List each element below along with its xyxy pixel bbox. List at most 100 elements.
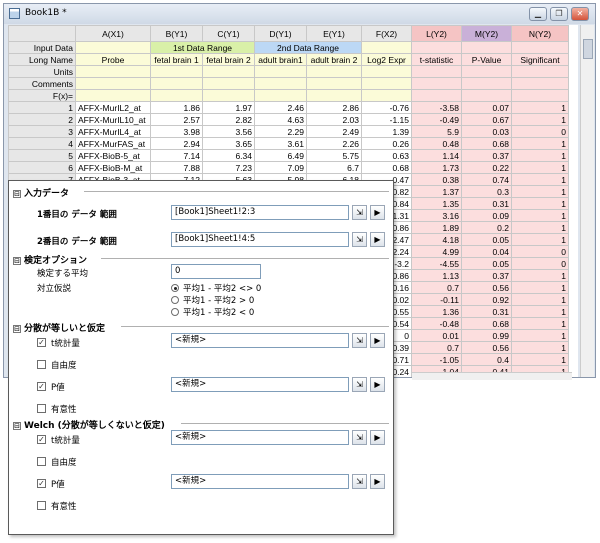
col-header-l[interactable]: L(Y2) [411, 25, 462, 42]
row-number[interactable]: 1 [8, 101, 76, 114]
fetal1-cell[interactable]: 3.98 [150, 125, 203, 138]
cell[interactable] [150, 77, 203, 90]
fetal2-cell[interactable]: 3.56 [202, 125, 255, 138]
adult1-cell[interactable]: 7.09 [254, 161, 307, 174]
significant-cell[interactable]: 1 [511, 209, 569, 222]
cell[interactable] [75, 77, 151, 90]
section-equal-variance[interactable]: ⊟ 分散が等しいと仮定 [13, 321, 105, 334]
adult1-cell[interactable]: 2.29 [254, 125, 307, 138]
tstat-cell[interactable]: 0.38 [411, 173, 462, 186]
cell[interactable] [361, 41, 412, 54]
pvalue-cell[interactable]: 0.67 [461, 113, 512, 126]
row-label-input-data[interactable]: Input Data [8, 41, 76, 54]
section-welch[interactable]: ⊟ Welch (分散が等しくないと仮定) [13, 418, 165, 431]
select-output-icon[interactable]: ⇲ [352, 430, 367, 445]
output-menu-arrow-icon[interactable]: ▶ [370, 474, 385, 489]
pvalue-cell[interactable]: 0.92 [461, 293, 512, 306]
range1-input[interactable]: [Book1]Sheet1!2:3 [171, 205, 349, 220]
fetal1-cell[interactable]: 7.14 [150, 149, 203, 162]
tstat-cell[interactable]: 1.35 [411, 197, 462, 210]
tstat-cell[interactable]: 0.01 [411, 329, 462, 342]
cell[interactable] [254, 77, 307, 90]
window-titlebar[interactable]: Book1B * ▁ ❐ ✕ [4, 4, 595, 24]
fetal2-cell[interactable]: 3.65 [202, 137, 255, 150]
cell[interactable] [461, 77, 512, 90]
output-menu-arrow-icon[interactable]: ▶ [370, 333, 385, 348]
significant-cell[interactable]: 1 [511, 161, 569, 174]
tstat-cell[interactable]: 0.7 [411, 281, 462, 294]
radio-opt3[interactable] [171, 308, 179, 316]
probe-cell[interactable]: AFFX-MurIL4_at [75, 125, 151, 138]
col-header-e[interactable]: E(Y1) [306, 25, 362, 42]
long-name-n[interactable]: Significant [511, 53, 569, 66]
collapse-icon[interactable]: ⊟ [13, 256, 21, 265]
pvalue-cell[interactable]: 0.74 [461, 173, 512, 186]
select-range-icon[interactable]: ⇲ [352, 205, 367, 220]
tstat-cell[interactable]: 1.89 [411, 221, 462, 234]
probe-cell[interactable]: AFFX-MurIL2_at [75, 101, 151, 114]
cell[interactable] [254, 65, 307, 78]
tstat-cell[interactable]: 1.37 [411, 185, 462, 198]
select-output-icon[interactable]: ⇲ [352, 474, 367, 489]
col-header-c[interactable]: C(Y1) [202, 25, 255, 42]
close-button[interactable]: ✕ [571, 7, 589, 21]
tstat-cell[interactable]: 0.7 [411, 341, 462, 354]
adult2-cell[interactable]: 5.75 [306, 149, 362, 162]
significant-cell[interactable]: 1 [511, 317, 569, 330]
significant-cell[interactable]: 1 [511, 281, 569, 294]
pvalue-cell[interactable]: 0.37 [461, 269, 512, 282]
cell[interactable] [461, 89, 512, 102]
adult1-cell[interactable]: 6.49 [254, 149, 307, 162]
welch-tstat-output[interactable]: <新規> [171, 430, 349, 445]
vertical-scrollbar[interactable] [580, 25, 594, 377]
cell[interactable] [411, 65, 462, 78]
log2-cell[interactable]: 1.39 [361, 125, 412, 138]
range-menu-arrow-icon[interactable]: ▶ [370, 232, 385, 247]
cell[interactable] [511, 65, 569, 78]
equal-tstat-checkbox[interactable]: ✓ [37, 338, 46, 347]
output-menu-arrow-icon[interactable]: ▶ [370, 430, 385, 445]
significant-cell[interactable]: 0 [511, 257, 569, 270]
probe-cell[interactable]: AFFX-BioB-M_at [75, 161, 151, 174]
row-label-fx[interactable]: F(x)= [8, 89, 76, 102]
fetal2-cell[interactable]: 1.97 [202, 101, 255, 114]
significant-cell[interactable]: 1 [511, 221, 569, 234]
pvalue-cell[interactable]: 0.07 [461, 101, 512, 114]
cell[interactable] [411, 41, 462, 54]
significant-cell[interactable]: 0 [511, 125, 569, 138]
adult2-cell[interactable]: 2.03 [306, 113, 362, 126]
pvalue-cell[interactable]: 0.31 [461, 197, 512, 210]
col-header-f[interactable]: F(X2) [361, 25, 412, 42]
pvalue-cell[interactable]: 0.05 [461, 233, 512, 246]
welch-df-checkbox[interactable] [37, 457, 46, 466]
tstat-cell[interactable]: 3.16 [411, 209, 462, 222]
cell[interactable] [202, 77, 255, 90]
cell[interactable] [411, 89, 462, 102]
significant-cell[interactable]: 1 [511, 197, 569, 210]
row-label-long-name[interactable]: Long Name [8, 53, 76, 66]
log2-cell[interactable]: -1.15 [361, 113, 412, 126]
adult1-cell[interactable]: 4.63 [254, 113, 307, 126]
pvalue-cell[interactable]: 0.56 [461, 341, 512, 354]
col-header-b[interactable]: B(Y1) [150, 25, 203, 42]
cell[interactable] [306, 89, 362, 102]
row-label-comments[interactable]: Comments [8, 77, 76, 90]
section-input-data[interactable]: ⊟ 入力データ [13, 186, 69, 199]
significant-cell[interactable]: 1 [511, 353, 569, 366]
minimize-button[interactable]: ▁ [529, 7, 547, 21]
radio-opt1-label[interactable]: 平均1 - 平均2 <> 0 [183, 282, 261, 294]
adult2-cell[interactable]: 2.86 [306, 101, 362, 114]
adult2-cell[interactable]: 6.7 [306, 161, 362, 174]
test-mean-input[interactable]: 0 [171, 264, 261, 279]
significant-cell[interactable]: 1 [511, 137, 569, 150]
pvalue-cell[interactable]: 0.37 [461, 149, 512, 162]
significant-cell[interactable]: 0 [511, 245, 569, 258]
cell[interactable] [361, 89, 412, 102]
probe-cell[interactable]: AFFX-BioB-5_at [75, 149, 151, 162]
long-name-e[interactable]: adult brain 2 [306, 53, 362, 66]
pvalue-cell[interactable]: 0.68 [461, 137, 512, 150]
log2-cell[interactable]: 0.68 [361, 161, 412, 174]
log2-cell[interactable]: 0.26 [361, 137, 412, 150]
significant-cell[interactable]: 1 [511, 173, 569, 186]
cell[interactable] [511, 41, 569, 54]
